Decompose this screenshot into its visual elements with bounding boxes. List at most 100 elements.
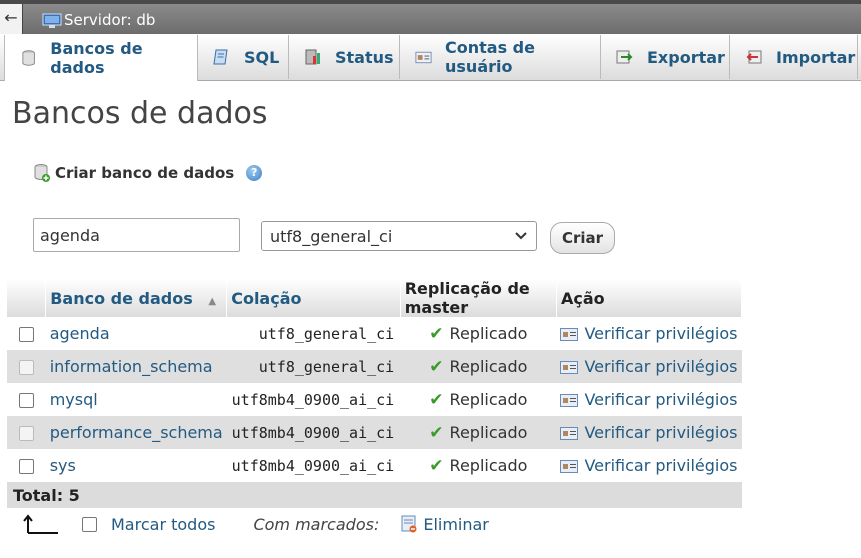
replication-status: ✔ Replicado xyxy=(400,317,556,350)
with-marked-label: Com marcados: xyxy=(253,514,380,534)
database-collation: utf8mb4_0900_ai_ci xyxy=(231,456,395,475)
check-icon: ✔ xyxy=(429,356,444,377)
header-replication: Replicação de master xyxy=(400,279,557,317)
collation-select[interactable]: utf8_general_ci xyxy=(261,221,537,251)
tab-status[interactable]: Status xyxy=(289,35,400,79)
header-replication-label: Replicação de master xyxy=(404,279,530,317)
table-row: agenda utf8_general_ci ✔ Replicado Verifi… xyxy=(7,317,742,350)
replication-status: ✔ Replicado xyxy=(400,350,557,383)
tab-export[interactable]: Exportar xyxy=(601,35,730,79)
check-privileges-link[interactable]: Verificar privilégios xyxy=(556,449,741,482)
check-privileges-label: Verificar privilégios xyxy=(584,357,738,376)
chevron-down-icon xyxy=(515,232,527,240)
create-button[interactable]: Criar xyxy=(550,222,615,254)
header-collation[interactable]: Colação xyxy=(226,279,401,317)
check-privileges-label: Verificar privilégios xyxy=(584,324,738,343)
total-row: Total: 5 xyxy=(7,482,742,508)
replication-label: Replicado xyxy=(449,422,528,442)
replication-status: ✔ Replicado xyxy=(400,449,556,482)
check-privileges-link[interactable]: Verificar privilégios xyxy=(556,350,742,383)
create-database-label: Criar banco de dados xyxy=(55,164,235,182)
server-breadcrumb-bar: ← Servidor: db xyxy=(0,4,861,34)
mark-all-checkbox[interactable] xyxy=(82,516,97,532)
create-database-icon xyxy=(34,164,50,182)
tab-label: Exportar xyxy=(647,47,725,67)
database-icon xyxy=(22,50,35,66)
tab-label: Importar xyxy=(776,47,856,67)
row-checkbox[interactable] xyxy=(18,426,34,441)
tab-sql[interactable]: SQL xyxy=(198,35,289,79)
collation-selected-value: utf8_general_ci xyxy=(270,226,393,246)
header-database[interactable]: Banco de dados ▲ xyxy=(45,279,228,317)
table-header-row: Banco de dados ▲ Colação Replicação de m… xyxy=(7,279,743,317)
row-checkbox[interactable] xyxy=(18,459,34,474)
check-privileges-label: Verificar privilégios xyxy=(584,456,738,475)
total-label: Total: 5 xyxy=(7,482,742,508)
tab-label: SQL xyxy=(244,47,280,67)
database-collation: utf8mb4_0900_ai_ci xyxy=(231,390,395,409)
tab-label: Contas de usuário xyxy=(445,38,535,76)
database-name-link[interactable]: performance_schema xyxy=(45,416,227,449)
back-button[interactable]: ← xyxy=(0,4,23,34)
database-name-link[interactable]: agenda xyxy=(46,317,227,350)
tab-databases[interactable]: Bancos de dados xyxy=(4,35,198,81)
privileges-icon xyxy=(560,460,579,473)
replication-label: Replicado xyxy=(449,323,528,343)
replication-label: Replicado xyxy=(449,389,528,409)
database-name-input[interactable] xyxy=(33,218,240,252)
row-checkbox[interactable] xyxy=(18,393,34,408)
status-icon xyxy=(305,49,320,65)
check-privileges-link[interactable]: Verificar privilégios xyxy=(556,383,741,416)
privileges-icon xyxy=(560,427,579,440)
database-name-link[interactable]: information_schema xyxy=(45,350,227,383)
server-icon xyxy=(42,13,62,28)
row-checkbox[interactable] xyxy=(18,360,34,375)
tab-label: Status xyxy=(335,47,394,67)
delete-icon xyxy=(401,515,417,533)
delete-button[interactable]: Eliminar xyxy=(401,515,489,534)
database-collation: utf8mb4_0900_ai_ci xyxy=(226,416,401,449)
table-row: performance_schema utf8mb4_0900_ai_ci ✔ R… xyxy=(7,416,742,449)
header-action-label: Ação xyxy=(560,288,605,308)
privileges-icon xyxy=(560,394,579,407)
replication-label: Replicado xyxy=(449,356,528,376)
check-icon: ✔ xyxy=(429,323,444,344)
header-collation-label: Colação xyxy=(231,288,302,308)
sort-ascending-icon: ▲ xyxy=(208,295,217,307)
check-icon: ✔ xyxy=(429,455,444,476)
help-icon[interactable]: ? xyxy=(246,165,263,181)
replication-status: ✔ Replicado xyxy=(400,383,556,416)
header-checkbox-column xyxy=(7,279,47,317)
privileges-icon xyxy=(560,328,579,341)
users-icon xyxy=(415,51,432,64)
database-collation: utf8_general_ci xyxy=(258,324,395,343)
check-privileges-link[interactable]: Verificar privilégios xyxy=(556,317,741,350)
check-icon: ✔ xyxy=(429,422,444,443)
mark-all-label[interactable]: Marcar todos xyxy=(111,515,215,534)
check-privileges-label: Verificar privilégios xyxy=(584,423,738,442)
database-name-link[interactable]: mysql xyxy=(46,383,227,416)
create-database-header: Criar banco de dados ? xyxy=(33,163,263,183)
database-name-link[interactable]: sys xyxy=(46,449,227,482)
header-database-label: Banco de dados xyxy=(50,288,193,308)
sql-icon xyxy=(213,49,228,65)
tab-import[interactable]: Importar xyxy=(730,35,858,79)
bulk-actions-bar: Marcar todos Com marcados: Eliminar xyxy=(22,513,489,535)
privileges-icon xyxy=(560,361,579,374)
server-label[interactable]: Servidor: db xyxy=(64,11,155,29)
table-row: mysql utf8mb4_0900_ai_ci ✔ Replicado Veri… xyxy=(7,383,742,416)
table-row: sys utf8mb4_0900_ai_ci ✔ Replicado Verifi… xyxy=(7,449,742,482)
arrow-up-left-icon xyxy=(23,514,58,534)
page-title: Bancos de dados xyxy=(12,96,268,131)
replication-label: Replicado xyxy=(449,455,528,475)
import-icon xyxy=(746,50,762,64)
row-checkbox[interactable] xyxy=(18,327,34,342)
main-tabs: Bancos de dados SQL Status Contas de usu… xyxy=(0,34,861,81)
replication-status: ✔ Replicado xyxy=(400,416,557,449)
header-action: Ação xyxy=(556,279,743,317)
export-icon xyxy=(616,50,633,64)
check-privileges-link[interactable]: Verificar privilégios xyxy=(556,416,742,449)
mark-all-toggle[interactable]: Marcar todos xyxy=(82,515,215,534)
tab-users[interactable]: Contas de usuário xyxy=(400,35,601,79)
database-collation: utf8_general_ci xyxy=(226,350,401,383)
